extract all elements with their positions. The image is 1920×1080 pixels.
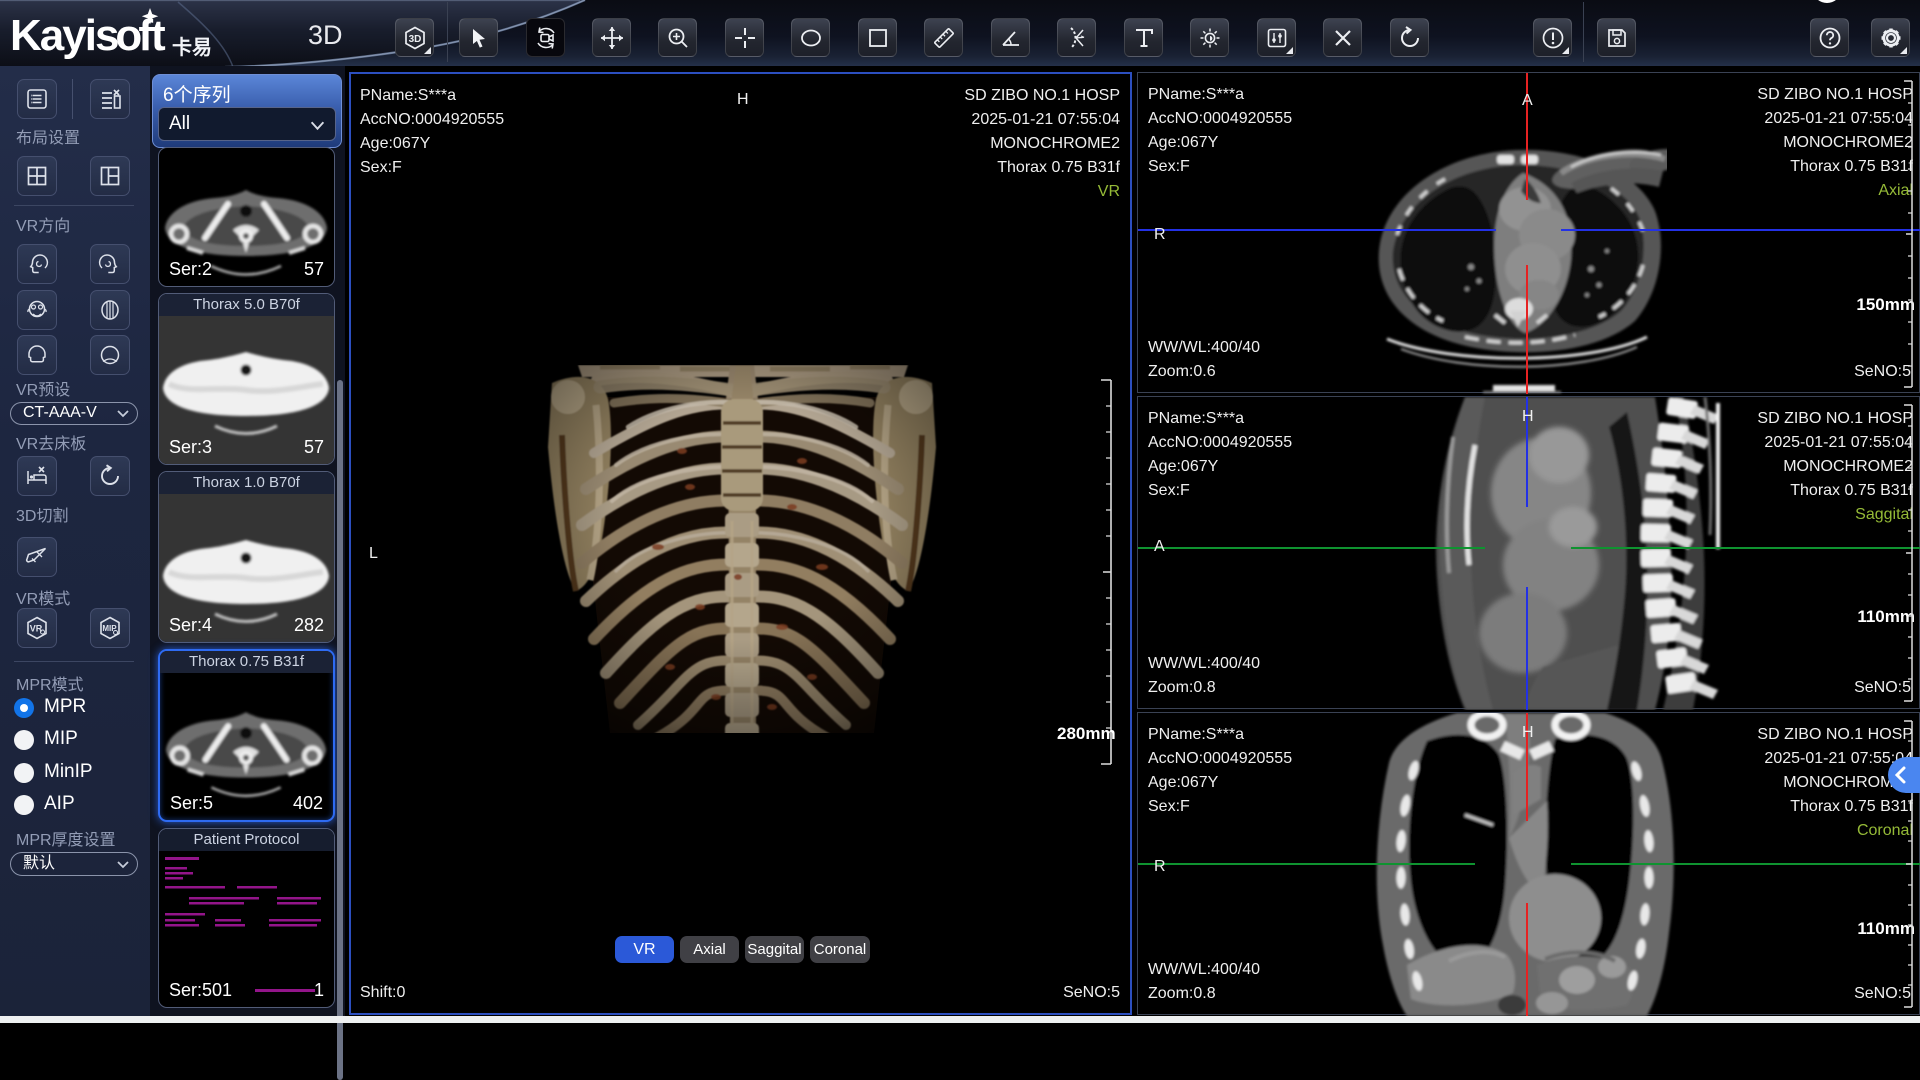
svg-text:3D: 3D — [408, 34, 421, 45]
svg-text:Kayisoft: Kayisoft — [10, 11, 166, 60]
svg-text:MIP: MIP — [102, 624, 117, 633]
svg-text:卡易: 卡易 — [172, 36, 212, 59]
